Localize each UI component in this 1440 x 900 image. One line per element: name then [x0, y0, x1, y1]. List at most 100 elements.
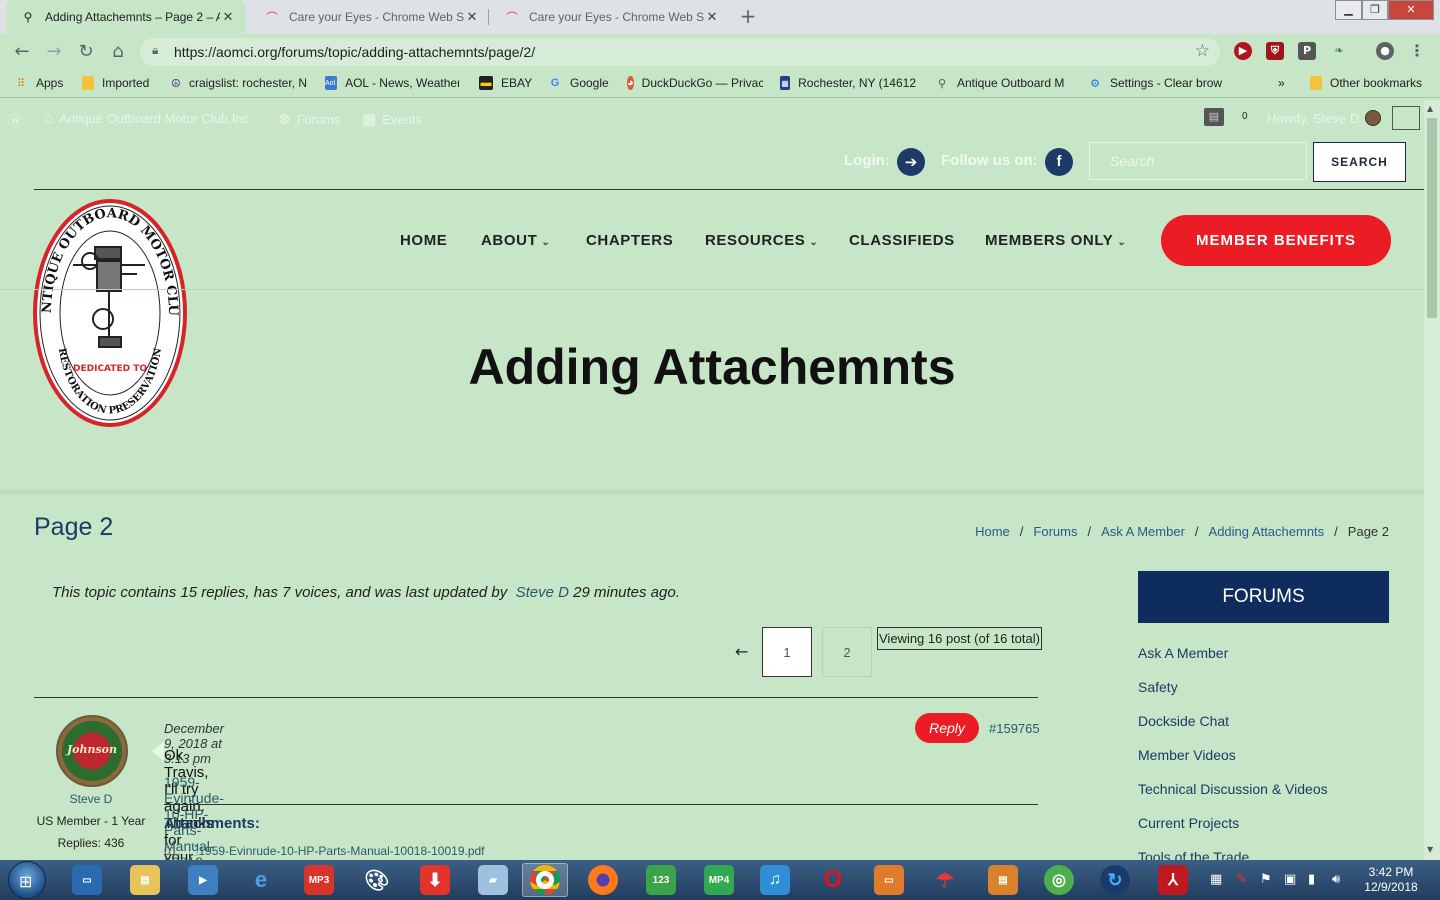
- nav-classifieds[interactable]: CLASSIFIEDS: [849, 232, 955, 249]
- reply-button[interactable]: Reply: [915, 713, 979, 743]
- bookmark-rochester-weather[interactable]: ▦ Rochester, NY (14612: [780, 76, 916, 90]
- sidebar-forum-ask-a-member[interactable]: Ask A Member: [1138, 645, 1228, 661]
- bookmark-aol[interactable]: Aol. AOL - News, Weather: [325, 76, 459, 90]
- start-button[interactable]: ⊞: [8, 861, 46, 899]
- search-button[interactable]: SEARCH: [1313, 142, 1406, 182]
- minimize-button[interactable]: ▁: [1335, 0, 1362, 20]
- tab-care-your-eyes-1[interactable]: ⌒ Care your Eyes - Chrome Web St ✕: [250, 0, 490, 34]
- shield-extension-icon[interactable]: ⛨: [1266, 42, 1284, 60]
- breadcrumb-ask-a-member[interactable]: Ask A Member: [1101, 524, 1185, 539]
- taskbar-media[interactable]: ▶: [180, 863, 226, 897]
- nav-resources[interactable]: RESOURCES ⌄: [705, 232, 818, 249]
- taskbar-explorer[interactable]: ▤: [122, 863, 168, 897]
- taskbar-pdf-reader[interactable]: ⅄: [1150, 863, 1196, 897]
- taskbar-clock[interactable]: 3:42 PM 12/9/2018: [1356, 865, 1426, 895]
- reload-icon[interactable]: ↻: [74, 40, 98, 64]
- site-logo[interactable]: THE ANTIQUE OUTBOARD MOTOR CLUB INC DEDI…: [27, 188, 187, 429]
- taskbar-disc-app[interactable]: ◎: [1036, 863, 1082, 897]
- attachment-item[interactable]: 01. 🗋︎1959-Evinrude-10-HP-Parts-Manual-10…: [164, 842, 485, 860]
- nav-members-only[interactable]: MEMBERS ONLY ⌄: [985, 232, 1126, 249]
- bookmark-craigslist[interactable]: ☮ craigslist: rochester, N: [171, 76, 307, 90]
- p-extension-icon[interactable]: P: [1298, 42, 1316, 60]
- post-permalink[interactable]: #159765: [989, 721, 1040, 736]
- tray-volume-icon[interactable]: 🔊︎: [1332, 872, 1340, 887]
- sidebar-forum-tools-of-the-trade[interactable]: Tools of the Trade: [1138, 849, 1249, 860]
- bookmark-antique-outboard[interactable]: ⚲ Antique Outboard M: [935, 76, 1070, 90]
- tray-app-icon[interactable]: ▦: [1210, 872, 1222, 887]
- breadcrumb-home[interactable]: Home: [975, 524, 1010, 539]
- breadcrumb-forums[interactable]: Forums: [1033, 524, 1077, 539]
- address-bar[interactable]: 🔒︎ https://aomci.org/forums/topic/adding…: [140, 38, 1220, 66]
- taskbar-archive[interactable]: ▤: [980, 863, 1026, 897]
- taskbar-downloader[interactable]: ⬇: [412, 863, 458, 897]
- bookmark-google[interactable]: G Google: [548, 76, 609, 90]
- taskbar-paint[interactable]: 🎨︎: [354, 863, 400, 897]
- topic-last-author-link[interactable]: Steve D: [516, 584, 569, 601]
- taskbar-ie[interactable]: e: [238, 863, 284, 897]
- taskbar-video-tool[interactable]: ▭: [866, 863, 912, 897]
- nav-home[interactable]: HOME: [400, 232, 447, 249]
- scroll-up-icon[interactable]: ▲: [1427, 104, 1433, 113]
- nav-about[interactable]: ABOUT ⌄: [481, 232, 550, 249]
- page-scrollbar[interactable]: ▲ ▼: [1424, 100, 1440, 860]
- back-icon[interactable]: ←: [10, 40, 34, 64]
- taskbar-firefox[interactable]: [580, 863, 626, 897]
- tray-device-icon[interactable]: ▣: [1284, 872, 1296, 887]
- home-icon[interactable]: ⌂: [106, 40, 130, 64]
- new-tab-button[interactable]: +: [736, 5, 760, 29]
- wordpress-logo-icon[interactable]: ⓦ: [8, 110, 29, 131]
- tab-adding-attachments[interactable]: ⚲ Adding Attachemnts – Page 2 – A ✕: [6, 0, 246, 34]
- pagination-page-1[interactable]: 1: [762, 627, 812, 677]
- bookmark-other-bookmarks[interactable]: Other bookmarks: [1310, 76, 1422, 90]
- tray-flag-icon[interactable]: ⚑: [1260, 872, 1272, 887]
- tray-network-icon[interactable]: ▮: [1308, 872, 1315, 887]
- pagination-prev[interactable]: ←: [735, 642, 748, 661]
- maximize-button[interactable]: ❐: [1362, 0, 1388, 20]
- window-close-button[interactable]: ✕: [1388, 0, 1434, 20]
- tab-care-your-eyes-2[interactable]: ⌒ Care your Eyes - Chrome Web St ✕: [490, 0, 730, 34]
- bookmarks-overflow-button[interactable]: »: [1278, 76, 1285, 90]
- scroll-down-icon[interactable]: ▼: [1427, 845, 1433, 854]
- bookmark-duckduckgo[interactable]: ◕ DuckDuckGo — Privac: [627, 76, 763, 90]
- bookmark-ebay[interactable]: ▬ EBAY: [479, 76, 532, 90]
- tray-pen-icon[interactable]: ✎: [1236, 872, 1247, 887]
- close-icon[interactable]: ✕: [220, 9, 236, 25]
- taskbar-sync-app[interactable]: ↻: [1092, 863, 1138, 897]
- scroll-thumb[interactable]: [1427, 118, 1437, 318]
- menu-icon[interactable]: ⋮: [1408, 42, 1426, 60]
- close-icon[interactable]: ✕: [704, 9, 720, 25]
- login-arrow-icon[interactable]: ➔: [897, 148, 925, 176]
- taskbar-music[interactable]: ♫: [752, 863, 798, 897]
- taskbar-desktop[interactable]: ▭: [64, 863, 110, 897]
- avatar[interactable]: Johnson: [56, 715, 128, 787]
- profile-icon[interactable]: ●: [1376, 42, 1394, 60]
- admin-events-link[interactable]: ▦ Events: [362, 110, 422, 128]
- taskbar-chrome[interactable]: [522, 863, 568, 897]
- youtube-extension-icon[interactable]: ▶: [1234, 42, 1252, 60]
- pagination-page-2[interactable]: 2: [822, 627, 872, 677]
- sidebar-forum-safety[interactable]: Safety: [1138, 679, 1178, 695]
- close-icon[interactable]: ✕: [464, 9, 480, 25]
- taskbar-calculator[interactable]: 123: [638, 863, 684, 897]
- author-name[interactable]: Steve D: [20, 792, 162, 806]
- bookmark-imported[interactable]: Imported: [82, 76, 149, 90]
- facebook-icon[interactable]: f: [1045, 148, 1073, 176]
- taskbar-umbrella-app[interactable]: ☂: [922, 863, 968, 897]
- bookmark-settings[interactable]: ⚙ Settings - Clear brow: [1088, 76, 1224, 90]
- admin-comments[interactable]: ▤: [1204, 108, 1224, 126]
- forward-icon[interactable]: →: [42, 40, 66, 64]
- nav-chapters[interactable]: CHAPTERS: [586, 232, 673, 249]
- member-benefits-button[interactable]: MEMBER BENEFITS: [1161, 215, 1391, 266]
- taskbar-notes[interactable]: ▰: [470, 863, 516, 897]
- sidebar-forum-current-projects[interactable]: Current Projects: [1138, 815, 1239, 831]
- bookmark-star-icon[interactable]: ☆: [1195, 41, 1210, 61]
- admin-extra-box[interactable]: [1392, 106, 1420, 130]
- taskbar-opera[interactable]: O: [810, 863, 856, 897]
- breadcrumb-topic[interactable]: Adding Attachemnts: [1209, 524, 1325, 539]
- sidebar-forum-technical-discussion[interactable]: Technical Discussion & Videos: [1138, 781, 1328, 797]
- admin-site-link[interactable]: ⌂ Antique Outboard Motor Club,Inc: [44, 110, 249, 127]
- admin-account-menu[interactable]: Howdy, Steve D: [1267, 110, 1382, 126]
- bookmark-apps[interactable]: ⠿ Apps: [14, 76, 63, 90]
- admin-forums-link[interactable]: ⊛ Forums: [278, 110, 341, 128]
- taskbar-mp3[interactable]: MP3: [296, 863, 342, 897]
